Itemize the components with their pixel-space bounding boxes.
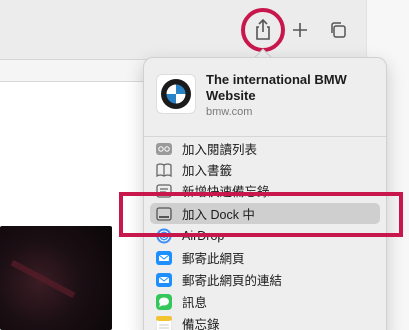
mail-icon [156, 250, 172, 266]
page-hero-image [0, 226, 112, 330]
menu-item-messages[interactable]: 訊息 [150, 291, 380, 312]
new-tab-button[interactable] [284, 14, 316, 46]
mail-link-icon [156, 272, 172, 288]
notes-icon [156, 315, 172, 330]
menu-item-reading-list[interactable]: 加入閱讀列表 [150, 138, 380, 159]
shared-site-header: The international BMW Website bmw.com [156, 72, 382, 128]
messages-icon [156, 293, 172, 310]
menu-separator [144, 136, 386, 137]
dock-item-highlight [119, 192, 403, 237]
site-domain: bmw.com [206, 106, 253, 118]
tab-overview-button[interactable] [322, 14, 354, 46]
plus-icon [293, 23, 307, 37]
share-button-highlight [241, 8, 285, 52]
menu-item-add-bookmark[interactable]: 加入書籤 [150, 159, 380, 180]
tabs-overview-icon [331, 22, 346, 38]
menu-item-mail-page[interactable]: 郵寄此網頁 [150, 247, 380, 268]
menu-item-notes[interactable]: 備忘錄 [150, 313, 380, 330]
bookmarks-icon [156, 162, 172, 178]
reading-list-icon [156, 141, 172, 157]
menu-item-mail-link[interactable]: 郵寄此網頁的連結 [150, 269, 380, 290]
bmw-logo-icon [156, 74, 196, 114]
site-title: The international BMW Website [206, 72, 347, 103]
